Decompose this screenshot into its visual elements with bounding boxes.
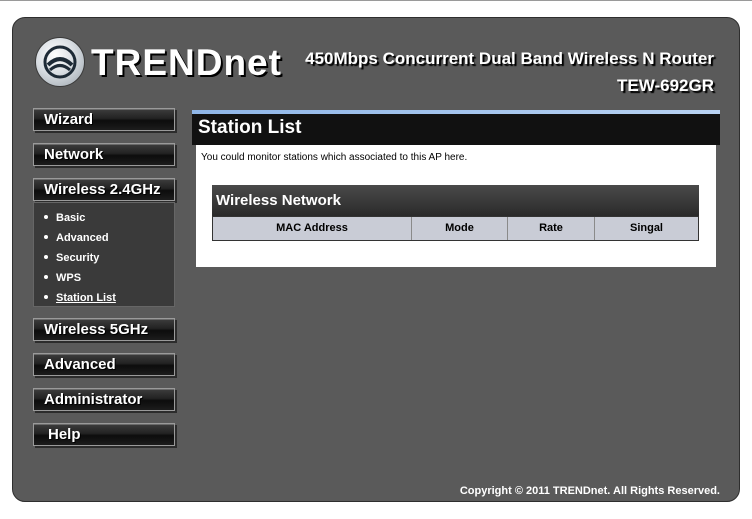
nav-wireless-5ghz-button[interactable]: Wireless 5GHz bbox=[33, 318, 175, 341]
wireless-network-table-title: Wireless Network bbox=[212, 185, 699, 216]
bullet-icon bbox=[44, 275, 48, 279]
top-border bbox=[0, 0, 752, 1]
nav-wireless-24ghz-button[interactable]: Wireless 2.4GHz bbox=[33, 178, 175, 201]
trendnet-logo-icon bbox=[35, 37, 85, 87]
station-table-header: MAC Address Mode Rate Singal bbox=[212, 216, 699, 241]
column-header-mode: Mode bbox=[412, 217, 508, 240]
nav-advanced-button[interactable]: Advanced bbox=[33, 353, 175, 376]
column-header-signal: Singal bbox=[629, 222, 663, 234]
content-body: You could monitor stations which associa… bbox=[196, 145, 716, 267]
brand-name: TRENDnet bbox=[91, 42, 282, 83]
column-header-mac-address: MAC Address bbox=[213, 217, 412, 240]
nav-wizard-button[interactable]: Wizard bbox=[33, 108, 175, 131]
content-header: Station List bbox=[192, 114, 720, 145]
column-header-rate: Rate bbox=[508, 217, 595, 240]
trendnet-logo: TRENDnet bbox=[35, 37, 281, 89]
page-title: Station List bbox=[198, 117, 302, 138]
submenu-item-security[interactable]: Security bbox=[44, 251, 99, 265]
product-model: TEW-692GR bbox=[617, 76, 714, 95]
bullet-icon bbox=[44, 215, 48, 219]
copyright-text: Copyright © 2011 TRENDnet. All Rights Re… bbox=[459, 485, 720, 497]
bullet-icon bbox=[44, 235, 48, 239]
nav-administrator-button[interactable]: Administrator bbox=[33, 388, 175, 411]
submenu-item-basic[interactable]: Basic bbox=[44, 211, 85, 225]
bullet-icon bbox=[44, 255, 48, 259]
nav-help-button[interactable]: Help bbox=[33, 423, 175, 446]
page-description: You could monitor stations which associa… bbox=[201, 152, 468, 163]
wireless-24ghz-submenu: Basic Advanced Security WPS Station List bbox=[33, 202, 175, 307]
bullet-icon bbox=[44, 295, 48, 299]
submenu-item-wps[interactable]: WPS bbox=[44, 271, 81, 285]
product-title: 450Mbps Concurrent Dual Band Wireless N … bbox=[305, 49, 714, 68]
submenu-item-station-list[interactable]: Station List bbox=[44, 291, 116, 305]
nav-network-button[interactable]: Network bbox=[33, 143, 175, 166]
submenu-item-advanced[interactable]: Advanced bbox=[44, 231, 109, 245]
